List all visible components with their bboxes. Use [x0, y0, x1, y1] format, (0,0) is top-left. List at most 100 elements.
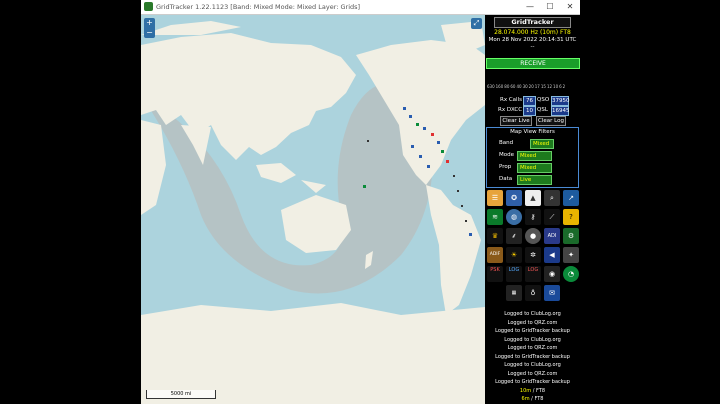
log-line: Logged to ClubLog.org [504, 362, 561, 368]
band-activity-row: 63016080604030201715121062 [487, 84, 579, 91]
panel-title[interactable]: GridTracker [494, 17, 571, 28]
log-line: Logged to ClubLog.org [504, 336, 561, 343]
filter-mode-label: Mode [499, 152, 514, 158]
log-line: Logged to QRZ.com [507, 370, 558, 377]
side-panel: GridTracker 28.074.000 Hz (10m) FT8 Mon … [485, 15, 580, 404]
filter-data-label: Data [499, 176, 513, 182]
app-icon [144, 2, 153, 11]
minimize-button[interactable]: — [520, 0, 540, 14]
circle-icon[interactable]: ● [525, 228, 541, 244]
frequency-value: 28.074.000 Hz (10m) [494, 29, 559, 36]
map-view-filters: Map View Filters Band Mixed Mode Mixed P… [486, 127, 579, 188]
band-item[interactable]: 10 [553, 84, 558, 89]
magnifier-icon[interactable]: ⌕ [544, 190, 560, 206]
close-button[interactable]: ✕ [560, 0, 580, 14]
globe-icon[interactable]: ◍ [506, 209, 522, 225]
zoom-control: + − [144, 18, 155, 38]
log-line: Logged to QRZ.com [507, 319, 558, 326]
qsl-label: QSL [537, 107, 548, 113]
chart-icon[interactable]: ↗ [563, 190, 579, 206]
band-label: 6m [521, 396, 530, 402]
sun-icon[interactable]: ☀ [506, 247, 522, 263]
zoom-out-button[interactable]: − [144, 28, 155, 38]
band-item[interactable]: 12 [547, 84, 552, 89]
clear-log-button[interactable]: Clear Log [536, 116, 566, 126]
chat-icon[interactable]: ✉ [544, 285, 560, 301]
award-icon[interactable]: ✪ [506, 190, 522, 206]
band-mode-line: 6m / FT8 [521, 396, 544, 402]
map-canvas [141, 15, 485, 404]
qso-label: QSO [537, 97, 550, 103]
filter-prop-label: Prop [499, 164, 512, 170]
land-antarctica [141, 303, 485, 404]
rx-calls-value: 76 [523, 96, 536, 106]
qso-value: 37950 [551, 96, 570, 106]
window-title: GridTracker 1.22.1123 [Band: Mixed Mode:… [156, 3, 361, 11]
gear-icon[interactable]: ⚙ [563, 228, 579, 244]
wand-icon[interactable]: ⟋ [544, 209, 560, 225]
trophy-icon[interactable]: ♛ [487, 228, 503, 244]
contacts-icon[interactable]: ◉ [544, 266, 560, 282]
wifi-icon[interactable]: ≋ [487, 209, 503, 225]
receive-status[interactable]: RECEIVE [486, 58, 580, 69]
speaker-icon[interactable]: ◀ [544, 247, 560, 263]
key-icon[interactable]: ⚷ [525, 209, 541, 225]
qsl-value: 16945 [551, 106, 570, 116]
band-item[interactable]: 15 [541, 84, 546, 89]
mode-value: FT8 [560, 29, 571, 36]
map-icon[interactable]: ▲ [525, 190, 541, 206]
calendar-icon[interactable]: ▦ [506, 285, 522, 301]
rx-dxcc-value: 10 [523, 106, 536, 116]
rx-dxcc-label: Rx DXCC [498, 107, 523, 113]
log-line: Logged to GridTracker backup [495, 379, 570, 385]
band-item[interactable]: 160 [496, 84, 504, 89]
band-item[interactable]: 630 [487, 84, 495, 89]
roster-icon[interactable]: ☰ [487, 190, 503, 206]
tool-icon-grid: ☰ ✪ ▲ ⌕ ↗ ≋ ◍ ⚷ ⟋ ? ♛ ⸙ ● ADI ⚙ ADIF ☀ ✲… [486, 189, 579, 309]
band-label: 10m [519, 387, 532, 394]
log-line: Logged to GridTracker backup [495, 328, 570, 334]
rx-calls-label: Rx Calls [500, 97, 522, 103]
filter-band-label: Band [499, 140, 514, 146]
fullscreen-icon[interactable]: ⤢ [471, 18, 482, 29]
status-sub: -- [530, 44, 535, 50]
app-window: GridTracker 1.22.1123 [Band: Mixed Mode:… [141, 0, 580, 404]
band-item[interactable]: 30 [523, 84, 528, 89]
band-mode-line: 10m / FT8 [519, 387, 546, 394]
tool-icon[interactable]: ✦ [563, 247, 579, 263]
lotw-icon[interactable]: LOG [525, 266, 541, 282]
adif-icon[interactable]: ADIF [487, 247, 503, 263]
band-item[interactable]: 2 [563, 84, 566, 89]
filter-data-select[interactable]: Live [517, 175, 552, 185]
log-line: Logged to ClubLog.org [504, 311, 561, 317]
band-item[interactable]: 40 [516, 84, 521, 89]
frequency-display: 28.074.000 Hz (10m) FT8 [485, 29, 580, 36]
psk-reporter-icon[interactable]: PSK [487, 266, 503, 282]
satellite-icon[interactable]: ✲ [525, 247, 541, 263]
log-line: Logged to QRZ.com [507, 345, 558, 351]
map-scale: 5000 mi [146, 390, 216, 399]
adi-icon[interactable]: ADI [544, 228, 560, 244]
filters-heading: Map View Filters [510, 129, 555, 135]
help-icon[interactable]: ? [563, 209, 579, 225]
feather-icon[interactable]: ⸙ [506, 228, 522, 244]
band-item[interactable]: 60 [510, 84, 515, 89]
utc-clock: Mon 28 Nov 2022 20:14:31 UTC [488, 37, 577, 43]
world-map[interactable]: + − ⤢ 5000 mi [141, 15, 485, 404]
band-item[interactable]: 6 [559, 84, 562, 89]
clear-live-button[interactable]: Clear Live [500, 116, 532, 126]
filter-mode-select[interactable]: Mixed [517, 151, 552, 161]
log-qrz-icon[interactable]: LOG [506, 266, 522, 282]
radar-icon[interactable]: ◔ [563, 266, 579, 282]
filter-prop-select[interactable]: Mixed [517, 163, 552, 173]
band-item[interactable]: 17 [535, 84, 540, 89]
mode-label: FT8 [536, 387, 546, 394]
log-line: Logged to GridTracker backup [495, 353, 570, 360]
band-item[interactable]: 20 [529, 84, 534, 89]
maximize-button[interactable]: ☐ [540, 0, 560, 14]
zoom-in-button[interactable]: + [144, 18, 155, 28]
mic-icon[interactable]: ♁ [525, 285, 541, 301]
title-bar: GridTracker 1.22.1123 [Band: Mixed Mode:… [141, 0, 580, 15]
band-item[interactable]: 80 [504, 84, 509, 89]
filter-band-select[interactable]: Mixed [530, 139, 554, 149]
